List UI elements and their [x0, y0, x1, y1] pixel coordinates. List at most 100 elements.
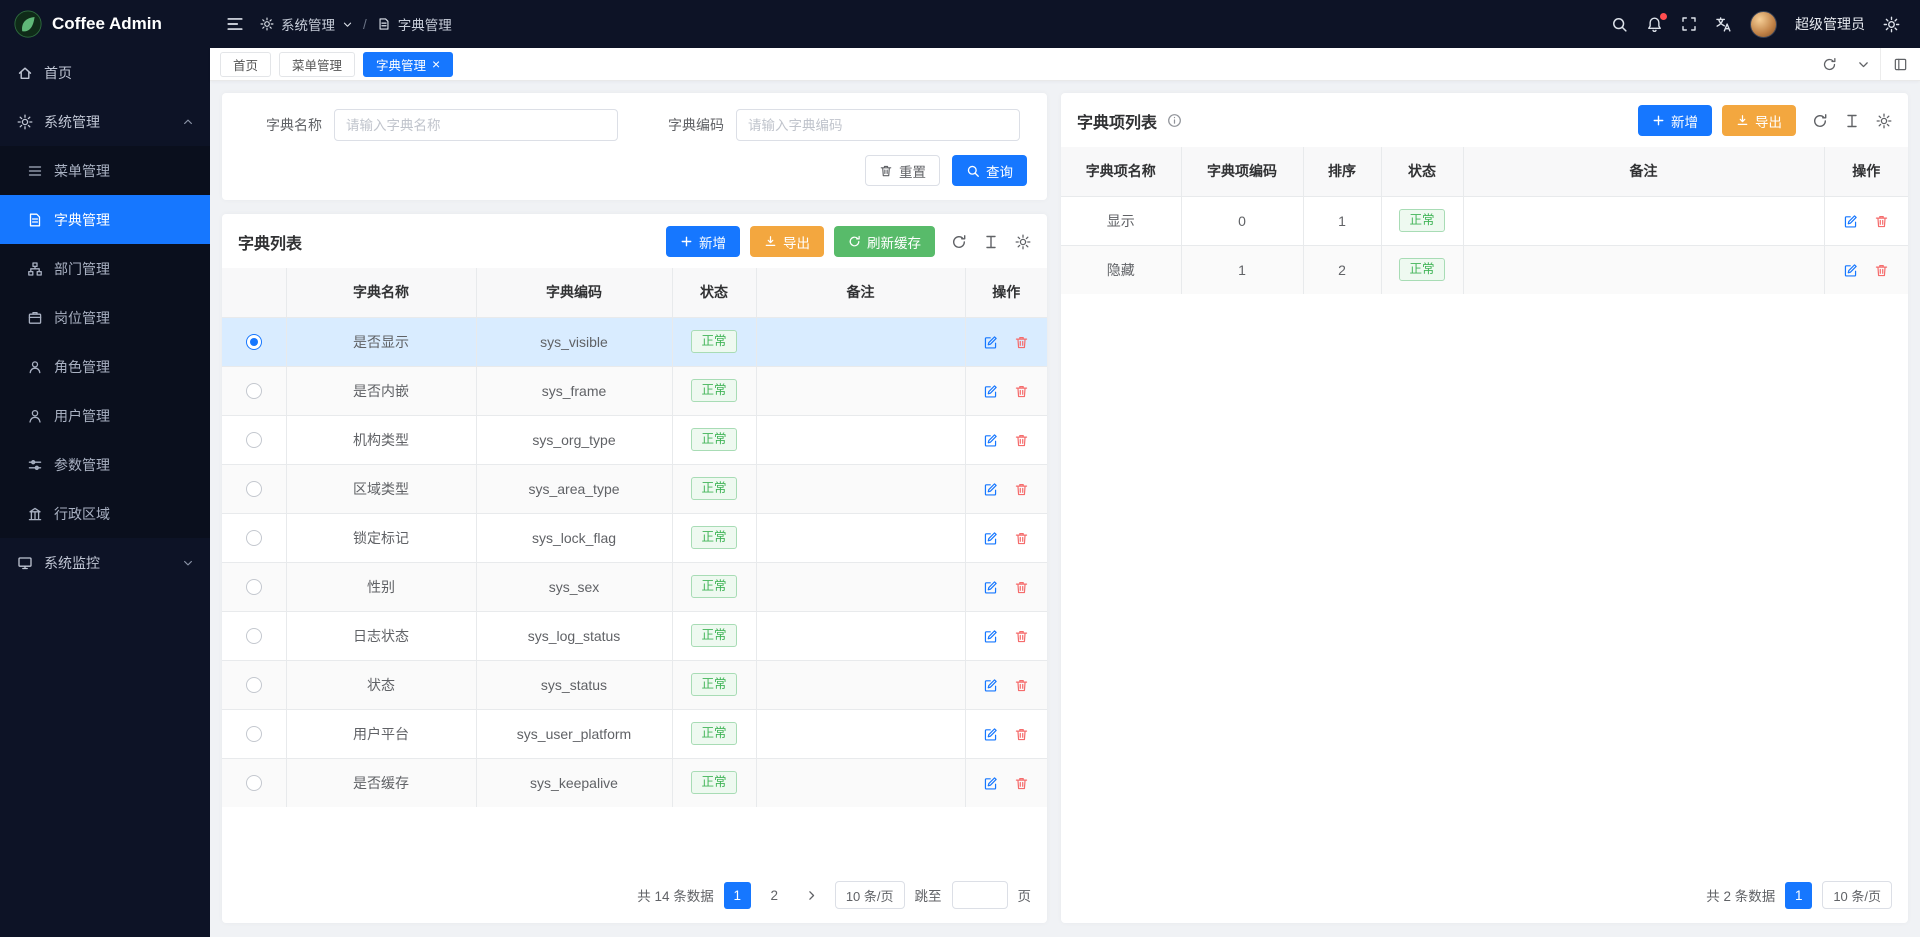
sidebar-item-6[interactable]: 用户管理	[0, 391, 210, 440]
row-radio[interactable]	[246, 530, 262, 546]
post-icon	[26, 310, 44, 326]
sidebar-item-7[interactable]: 参数管理	[0, 440, 210, 489]
delete-icon[interactable]	[1874, 214, 1889, 229]
edit-icon[interactable]	[983, 335, 998, 350]
row-radio[interactable]	[246, 432, 262, 448]
close-icon[interactable]: ×	[432, 57, 440, 71]
edit-icon[interactable]	[983, 727, 998, 742]
tab-home[interactable]: 首页	[220, 52, 271, 77]
settings-gear-icon[interactable]	[1883, 16, 1900, 33]
sidebar-group-system[interactable]: 系统管理	[0, 97, 210, 146]
edit-icon[interactable]	[983, 531, 998, 546]
notification-bell-icon[interactable]	[1646, 16, 1663, 33]
edit-icon[interactable]	[1843, 263, 1858, 278]
page-size-select[interactable]: 10 条/页	[1822, 881, 1892, 909]
delete-icon[interactable]	[1874, 263, 1889, 278]
sidebar-item-8[interactable]: 行政区域	[0, 489, 210, 538]
jump-page-input[interactable]	[952, 881, 1008, 909]
row-radio[interactable]	[246, 775, 262, 791]
delete-icon[interactable]	[1014, 580, 1029, 595]
sidebar-item-5[interactable]: 角色管理	[0, 342, 210, 391]
row-radio[interactable]	[246, 628, 262, 644]
row-radio[interactable]	[246, 579, 262, 595]
edit-icon[interactable]	[983, 482, 998, 497]
app-logo[interactable]: Coffee Admin	[0, 0, 210, 48]
dict-row[interactable]: 锁定标记sys_lock_flag正常	[222, 513, 1047, 562]
edit-icon[interactable]	[1843, 214, 1858, 229]
dict-row[interactable]: 是否内嵌sys_frame正常	[222, 366, 1047, 415]
fullscreen-icon[interactable]	[1681, 16, 1697, 32]
row-radio[interactable]	[246, 677, 262, 693]
sidebar-item-home[interactable]: 首页	[0, 48, 210, 97]
add-button[interactable]: 新增	[666, 226, 740, 257]
column-setting-icon[interactable]	[983, 234, 999, 250]
next-page-icon[interactable]	[798, 882, 825, 909]
column-setting-icon[interactable]	[1844, 113, 1860, 129]
dict-row[interactable]: 区域类型sys_area_type正常	[222, 464, 1047, 513]
dict-row[interactable]: 是否显示sys_visible正常	[222, 317, 1047, 366]
dict-row[interactable]: 状态sys_status正常	[222, 660, 1047, 709]
refresh-icon[interactable]	[1812, 48, 1846, 80]
tab-dict-manage[interactable]: 字典管理×	[363, 52, 453, 77]
add-button[interactable]: 新增	[1638, 105, 1712, 136]
tab-menu-manage[interactable]: 菜单管理	[279, 52, 355, 77]
user-name[interactable]: 超级管理员	[1795, 14, 1865, 34]
dict-name-input[interactable]	[334, 109, 618, 141]
edit-icon[interactable]	[983, 776, 998, 791]
row-radio[interactable]	[246, 481, 262, 497]
refresh-cache-button[interactable]: 刷新缓存	[834, 226, 935, 257]
info-icon[interactable]	[1167, 113, 1182, 128]
edit-icon[interactable]	[983, 678, 998, 693]
dict-row[interactable]: 机构类型sys_org_type正常	[222, 415, 1047, 464]
edit-icon[interactable]	[983, 629, 998, 644]
page-size-select[interactable]: 10 条/页	[835, 881, 905, 909]
sidebar-item-3[interactable]: 部门管理	[0, 244, 210, 293]
total-count: 共 2 条数据	[1706, 885, 1775, 905]
dict-row[interactable]: 用户平台sys_user_platform正常	[222, 709, 1047, 758]
menu-fold-icon[interactable]	[226, 15, 244, 33]
row-radio[interactable]	[246, 383, 262, 399]
edit-icon[interactable]	[983, 433, 998, 448]
breadcrumb-parent[interactable]: 系统管理	[281, 14, 335, 34]
delete-icon[interactable]	[1014, 433, 1029, 448]
delete-icon[interactable]	[1014, 727, 1029, 742]
edit-icon[interactable]	[983, 580, 998, 595]
page-button-1[interactable]: 1	[724, 882, 751, 909]
dict-code-input[interactable]	[736, 109, 1020, 141]
search-icon[interactable]	[1611, 16, 1628, 33]
dict-row[interactable]: 日志状态sys_log_status正常	[222, 611, 1047, 660]
expand-icon[interactable]	[1880, 48, 1920, 80]
sidebar-item-2[interactable]: 字典管理	[0, 195, 210, 244]
refresh-icon[interactable]	[951, 234, 967, 250]
gear-icon[interactable]	[1015, 234, 1031, 250]
delete-icon[interactable]	[1014, 384, 1029, 399]
chevron-down-icon[interactable]	[1846, 48, 1880, 80]
delete-icon[interactable]	[1014, 776, 1029, 791]
delete-icon[interactable]	[1014, 482, 1029, 497]
gear-icon[interactable]	[1876, 113, 1892, 129]
page-button-1[interactable]: 1	[1785, 882, 1812, 909]
delete-icon[interactable]	[1014, 531, 1029, 546]
export-button[interactable]: 导出	[750, 226, 824, 257]
delete-icon[interactable]	[1014, 629, 1029, 644]
delete-icon[interactable]	[1014, 335, 1029, 350]
page-button-2[interactable]: 2	[761, 882, 788, 909]
dict-row[interactable]: 是否缓存sys_keepalive正常	[222, 758, 1047, 807]
row-radio[interactable]	[246, 334, 262, 350]
row-radio[interactable]	[246, 726, 262, 742]
dict-item-row[interactable]: 显示01正常	[1061, 196, 1908, 245]
translate-icon[interactable]	[1715, 16, 1732, 33]
sidebar-item-1[interactable]: 菜单管理	[0, 146, 210, 195]
edit-icon[interactable]	[983, 384, 998, 399]
dict-row[interactable]: 性别sys_sex正常	[222, 562, 1047, 611]
export-button[interactable]: 导出	[1722, 105, 1796, 136]
sidebar-group-monitor[interactable]: 系统监控	[0, 538, 210, 587]
delete-icon[interactable]	[1014, 678, 1029, 693]
query-button[interactable]: 查询	[952, 155, 1027, 186]
remark-cell	[756, 415, 965, 464]
dict-item-row[interactable]: 隐藏12正常	[1061, 245, 1908, 294]
sidebar-item-4[interactable]: 岗位管理	[0, 293, 210, 342]
avatar[interactable]	[1750, 11, 1777, 38]
refresh-icon[interactable]	[1812, 113, 1828, 129]
reset-button[interactable]: 重置	[865, 155, 940, 186]
